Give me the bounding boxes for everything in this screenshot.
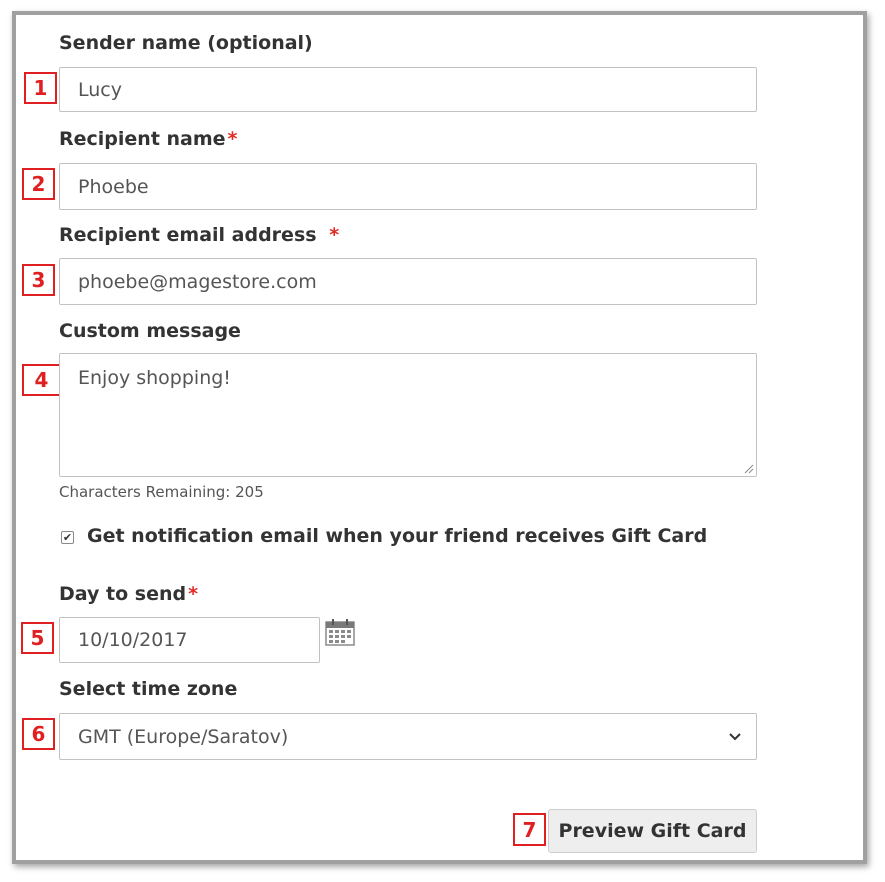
day-to-send-input[interactable]: 10/10/2017 bbox=[59, 617, 320, 663]
annotation-badge-4: 4 bbox=[22, 364, 61, 396]
annotation-badge-1: 1 bbox=[24, 72, 57, 104]
required-mark: * bbox=[227, 128, 238, 150]
notification-checkbox[interactable]: ✔ bbox=[61, 531, 74, 544]
custom-message-value: Enjoy shopping! bbox=[78, 367, 231, 389]
annotation-badge-7: 7 bbox=[513, 813, 546, 846]
custom-message-label: Custom message bbox=[59, 320, 241, 342]
recipient-name-value: Phoebe bbox=[78, 175, 149, 198]
annotation-badge-2: 2 bbox=[22, 168, 55, 200]
checkmark-icon: ✔ bbox=[62, 531, 73, 544]
preview-gift-card-button[interactable]: Preview Gift Card bbox=[548, 809, 757, 853]
recipient-email-label: Recipient email address * bbox=[59, 224, 340, 246]
time-zone-label: Select time zone bbox=[59, 678, 238, 700]
custom-message-textarea[interactable]: Enjoy shopping! bbox=[59, 353, 757, 477]
sender-name-label: Sender name (optional) bbox=[59, 32, 313, 54]
time-zone-value: GMT (Europe/Saratov) bbox=[78, 725, 289, 748]
annotation-badge-3: 3 bbox=[22, 264, 55, 296]
sender-name-input[interactable]: Lucy bbox=[59, 67, 757, 112]
required-mark: * bbox=[188, 583, 199, 605]
recipient-email-input[interactable]: phoebe@magestore.com bbox=[59, 258, 757, 305]
day-to-send-label: Day to send * bbox=[59, 583, 199, 605]
required-mark: * bbox=[329, 224, 340, 246]
annotation-badge-5: 5 bbox=[21, 622, 54, 654]
sender-name-value: Lucy bbox=[78, 78, 122, 101]
time-zone-select[interactable]: GMT (Europe/Saratov) bbox=[59, 713, 757, 760]
recipient-email-value: phoebe@magestore.com bbox=[78, 270, 317, 293]
chevron-down-icon bbox=[729, 732, 741, 740]
day-to-send-value: 10/10/2017 bbox=[78, 629, 188, 651]
recipient-name-input[interactable]: Phoebe bbox=[59, 163, 757, 210]
recipient-name-label: Recipient name * bbox=[59, 128, 238, 150]
resize-grip-icon[interactable] bbox=[744, 464, 754, 474]
notification-checkbox-label[interactable]: Get notification email when your friend … bbox=[87, 525, 707, 547]
characters-remaining-text: Characters Remaining: 205 bbox=[59, 483, 264, 501]
annotation-badge-6: 6 bbox=[22, 718, 55, 750]
calendar-icon[interactable] bbox=[325, 618, 355, 646]
